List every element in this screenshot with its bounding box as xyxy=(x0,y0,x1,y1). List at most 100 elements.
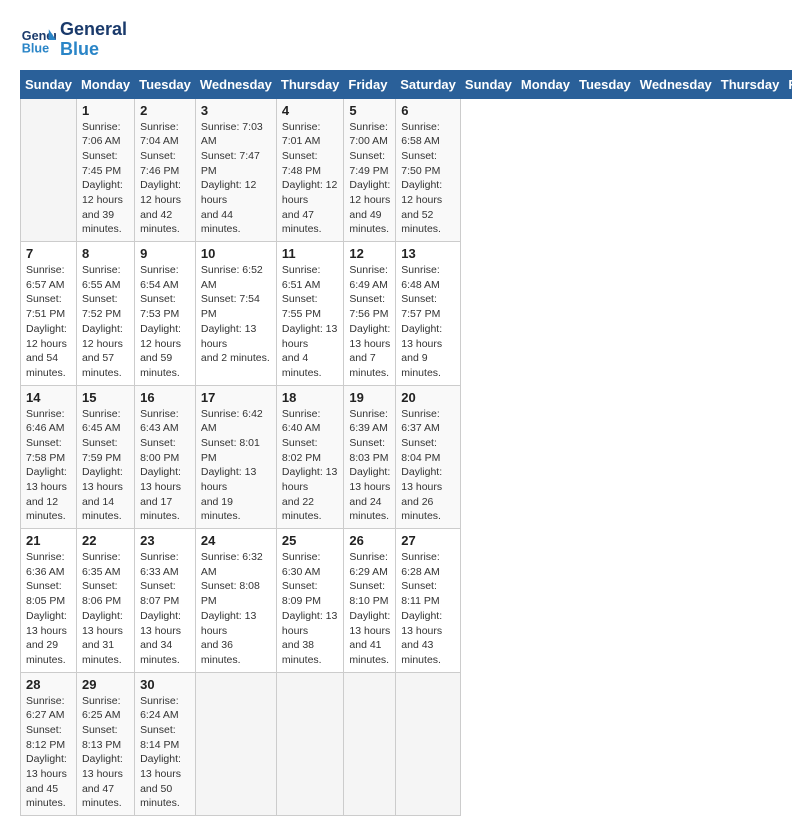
day-number: 4 xyxy=(282,103,339,118)
day-number: 21 xyxy=(26,533,71,548)
day-info: Sunrise: 6:30 AM Sunset: 8:09 PM Dayligh… xyxy=(282,550,339,668)
day-number: 6 xyxy=(401,103,455,118)
calendar-table: SundayMondayTuesdayWednesdayThursdayFrid… xyxy=(20,70,792,817)
calendar-day-cell: 29 Sunrise: 6:25 AM Sunset: 8:13 PM Dayli… xyxy=(76,672,134,816)
calendar-day-cell: 25 Sunrise: 6:30 AM Sunset: 8:09 PM Dayli… xyxy=(276,529,344,673)
day-number: 8 xyxy=(82,246,129,261)
day-number: 2 xyxy=(140,103,190,118)
day-info: Sunrise: 6:39 AM Sunset: 8:03 PM Dayligh… xyxy=(349,407,390,525)
day-info: Sunrise: 6:55 AM Sunset: 7:52 PM Dayligh… xyxy=(82,263,129,381)
calendar-week-row: 7Sunrise: 6:57 AM Sunset: 7:51 PM Daylig… xyxy=(21,242,792,386)
calendar-day-cell: 1 Sunrise: 7:06 AM Sunset: 7:45 PM Daylig… xyxy=(76,98,134,242)
calendar-day-cell: 24Sunrise: 6:32 AM Sunset: 8:08 PM Dayli… xyxy=(195,529,276,673)
calendar-day-cell xyxy=(195,672,276,816)
day-number: 19 xyxy=(349,390,390,405)
day-info: Sunrise: 6:54 AM Sunset: 7:53 PM Dayligh… xyxy=(140,263,190,381)
calendar-day-cell xyxy=(344,672,396,816)
day-number: 22 xyxy=(82,533,129,548)
day-number: 12 xyxy=(349,246,390,261)
calendar-day-cell: 26 Sunrise: 6:29 AM Sunset: 8:10 PM Dayli… xyxy=(344,529,396,673)
calendar-day-cell: 21 Sunrise: 6:36 AM Sunset: 8:05 PM Dayli… xyxy=(21,529,77,673)
day-info: Sunrise: 6:51 AM Sunset: 7:55 PM Dayligh… xyxy=(282,263,339,381)
page-header: General Blue General Blue xyxy=(20,20,772,60)
weekday-header: Thursday xyxy=(716,70,784,98)
calendar-day-cell xyxy=(21,98,77,242)
day-info: Sunrise: 7:06 AM Sunset: 7:45 PM Dayligh… xyxy=(82,120,129,238)
day-info: Sunrise: 6:57 AM Sunset: 7:51 PM Dayligh… xyxy=(26,263,71,381)
weekday-header: Tuesday xyxy=(575,70,636,98)
day-info: Sunrise: 6:46 AM Sunset: 7:58 PM Dayligh… xyxy=(26,407,71,525)
day-number: 20 xyxy=(401,390,455,405)
day-info: Sunrise: 6:42 AM Sunset: 8:01 PM Dayligh… xyxy=(201,407,271,525)
calendar-day-cell: 15 Sunrise: 6:45 AM Sunset: 7:59 PM Dayli… xyxy=(76,385,134,529)
day-of-week-header: Monday xyxy=(76,70,134,98)
day-number: 11 xyxy=(282,246,339,261)
logo: General Blue General Blue xyxy=(20,20,127,60)
weekday-header: Monday xyxy=(516,70,574,98)
calendar-week-row: 21 Sunrise: 6:36 AM Sunset: 8:05 PM Dayli… xyxy=(21,529,792,673)
day-number: 9 xyxy=(140,246,190,261)
day-info: Sunrise: 6:28 AM Sunset: 8:11 PM Dayligh… xyxy=(401,550,455,668)
day-info: Sunrise: 6:36 AM Sunset: 8:05 PM Dayligh… xyxy=(26,550,71,668)
calendar-day-cell: 7Sunrise: 6:57 AM Sunset: 7:51 PM Daylig… xyxy=(21,242,77,386)
day-info: Sunrise: 6:24 AM Sunset: 8:14 PM Dayligh… xyxy=(140,694,190,812)
day-info: Sunrise: 6:33 AM Sunset: 8:07 PM Dayligh… xyxy=(140,550,190,668)
calendar-day-cell xyxy=(276,672,344,816)
calendar-day-cell: 12 Sunrise: 6:49 AM Sunset: 7:56 PM Dayli… xyxy=(344,242,396,386)
calendar-day-cell: 11 Sunrise: 6:51 AM Sunset: 7:55 PM Dayli… xyxy=(276,242,344,386)
calendar-week-row: 28Sunrise: 6:27 AM Sunset: 8:12 PM Dayli… xyxy=(21,672,792,816)
calendar-day-cell: 19 Sunrise: 6:39 AM Sunset: 8:03 PM Dayli… xyxy=(344,385,396,529)
calendar-day-cell: 16Sunrise: 6:43 AM Sunset: 8:00 PM Dayli… xyxy=(135,385,196,529)
calendar-day-cell: 10 Sunrise: 6:52 AM Sunset: 7:54 PM Dayli… xyxy=(195,242,276,386)
day-of-week-header: Sunday xyxy=(21,70,77,98)
day-number: 23 xyxy=(140,533,190,548)
calendar-day-cell: 6 Sunrise: 6:58 AM Sunset: 7:50 PM Daylig… xyxy=(396,98,461,242)
calendar-day-cell: 28Sunrise: 6:27 AM Sunset: 8:12 PM Dayli… xyxy=(21,672,77,816)
day-number: 15 xyxy=(82,390,129,405)
calendar-day-cell: 23 Sunrise: 6:33 AM Sunset: 8:07 PM Dayli… xyxy=(135,529,196,673)
day-info: Sunrise: 6:25 AM Sunset: 8:13 PM Dayligh… xyxy=(82,694,129,812)
logo-text: General Blue xyxy=(60,20,127,60)
svg-text:Blue: Blue xyxy=(22,41,49,55)
day-number: 28 xyxy=(26,677,71,692)
calendar-day-cell: 13 Sunrise: 6:48 AM Sunset: 7:57 PM Dayli… xyxy=(396,242,461,386)
day-number: 5 xyxy=(349,103,390,118)
day-number: 29 xyxy=(82,677,129,692)
day-info: Sunrise: 6:58 AM Sunset: 7:50 PM Dayligh… xyxy=(401,120,455,238)
calendar-day-cell xyxy=(396,672,461,816)
day-number: 18 xyxy=(282,390,339,405)
day-info: Sunrise: 6:37 AM Sunset: 8:04 PM Dayligh… xyxy=(401,407,455,525)
day-info: Sunrise: 6:29 AM Sunset: 8:10 PM Dayligh… xyxy=(349,550,390,668)
day-number: 14 xyxy=(26,390,71,405)
day-of-week-header: Thursday xyxy=(276,70,344,98)
day-info: Sunrise: 6:52 AM Sunset: 7:54 PM Dayligh… xyxy=(201,263,271,366)
weekday-header: Sunday xyxy=(460,70,516,98)
day-number: 10 xyxy=(201,246,271,261)
day-info: Sunrise: 6:49 AM Sunset: 7:56 PM Dayligh… xyxy=(349,263,390,381)
calendar-day-cell: 20 Sunrise: 6:37 AM Sunset: 8:04 PM Dayli… xyxy=(396,385,461,529)
day-number: 1 xyxy=(82,103,129,118)
day-number: 13 xyxy=(401,246,455,261)
day-info: Sunrise: 6:40 AM Sunset: 8:02 PM Dayligh… xyxy=(282,407,339,525)
day-info: Sunrise: 6:43 AM Sunset: 8:00 PM Dayligh… xyxy=(140,407,190,525)
calendar-day-cell: 3Sunrise: 7:03 AM Sunset: 7:47 PM Daylig… xyxy=(195,98,276,242)
day-of-week-header: Friday xyxy=(344,70,396,98)
day-info: Sunrise: 6:48 AM Sunset: 7:57 PM Dayligh… xyxy=(401,263,455,381)
day-number: 30 xyxy=(140,677,190,692)
day-number: 25 xyxy=(282,533,339,548)
calendar-day-cell: 27Sunrise: 6:28 AM Sunset: 8:11 PM Dayli… xyxy=(396,529,461,673)
calendar-header-row: SundayMondayTuesdayWednesdayThursdayFrid… xyxy=(21,70,792,98)
day-number: 26 xyxy=(349,533,390,548)
day-info: Sunrise: 6:45 AM Sunset: 7:59 PM Dayligh… xyxy=(82,407,129,525)
day-of-week-header: Saturday xyxy=(396,70,461,98)
calendar-day-cell: 2Sunrise: 7:04 AM Sunset: 7:46 PM Daylig… xyxy=(135,98,196,242)
calendar-day-cell: 17Sunrise: 6:42 AM Sunset: 8:01 PM Dayli… xyxy=(195,385,276,529)
calendar-day-cell: 30 Sunrise: 6:24 AM Sunset: 8:14 PM Dayli… xyxy=(135,672,196,816)
day-number: 3 xyxy=(201,103,271,118)
calendar-day-cell: 4Sunrise: 7:01 AM Sunset: 7:48 PM Daylig… xyxy=(276,98,344,242)
day-of-week-header: Tuesday xyxy=(135,70,196,98)
calendar-day-cell: 8 Sunrise: 6:55 AM Sunset: 7:52 PM Daylig… xyxy=(76,242,134,386)
calendar-day-cell: 9 Sunrise: 6:54 AM Sunset: 7:53 PM Daylig… xyxy=(135,242,196,386)
calendar-day-cell: 5Sunrise: 7:00 AM Sunset: 7:49 PM Daylig… xyxy=(344,98,396,242)
day-of-week-header: Wednesday xyxy=(195,70,276,98)
